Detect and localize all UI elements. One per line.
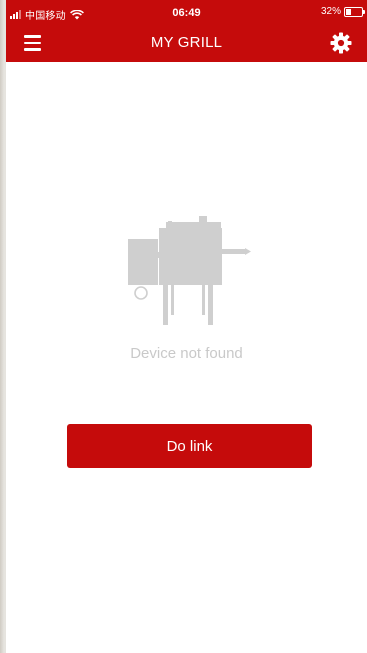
status-bar: 中国移动 06:49 32% <box>6 0 367 26</box>
page-title: MY GRILL <box>150 34 223 51</box>
status-time: 06:49 <box>172 7 201 19</box>
app-header: 中国移动 06:49 32% MY GRILL <box>6 0 367 62</box>
gear-icon[interactable] <box>329 31 353 55</box>
battery-percent: 32% <box>320 6 341 17</box>
app-screen: 中国移动 06:49 32% MY GRILL Device not found… <box>6 0 367 653</box>
do-link-button[interactable]: Do link <box>67 424 312 468</box>
battery-fill <box>346 8 351 15</box>
grill-icon <box>127 216 251 325</box>
battery-icon <box>344 6 365 17</box>
status-right: 32% <box>320 6 365 17</box>
device-not-found-message: Device not found <box>130 345 243 362</box>
empty-state: Device not found <box>6 215 367 362</box>
nav-bar: MY GRILL <box>6 26 367 62</box>
